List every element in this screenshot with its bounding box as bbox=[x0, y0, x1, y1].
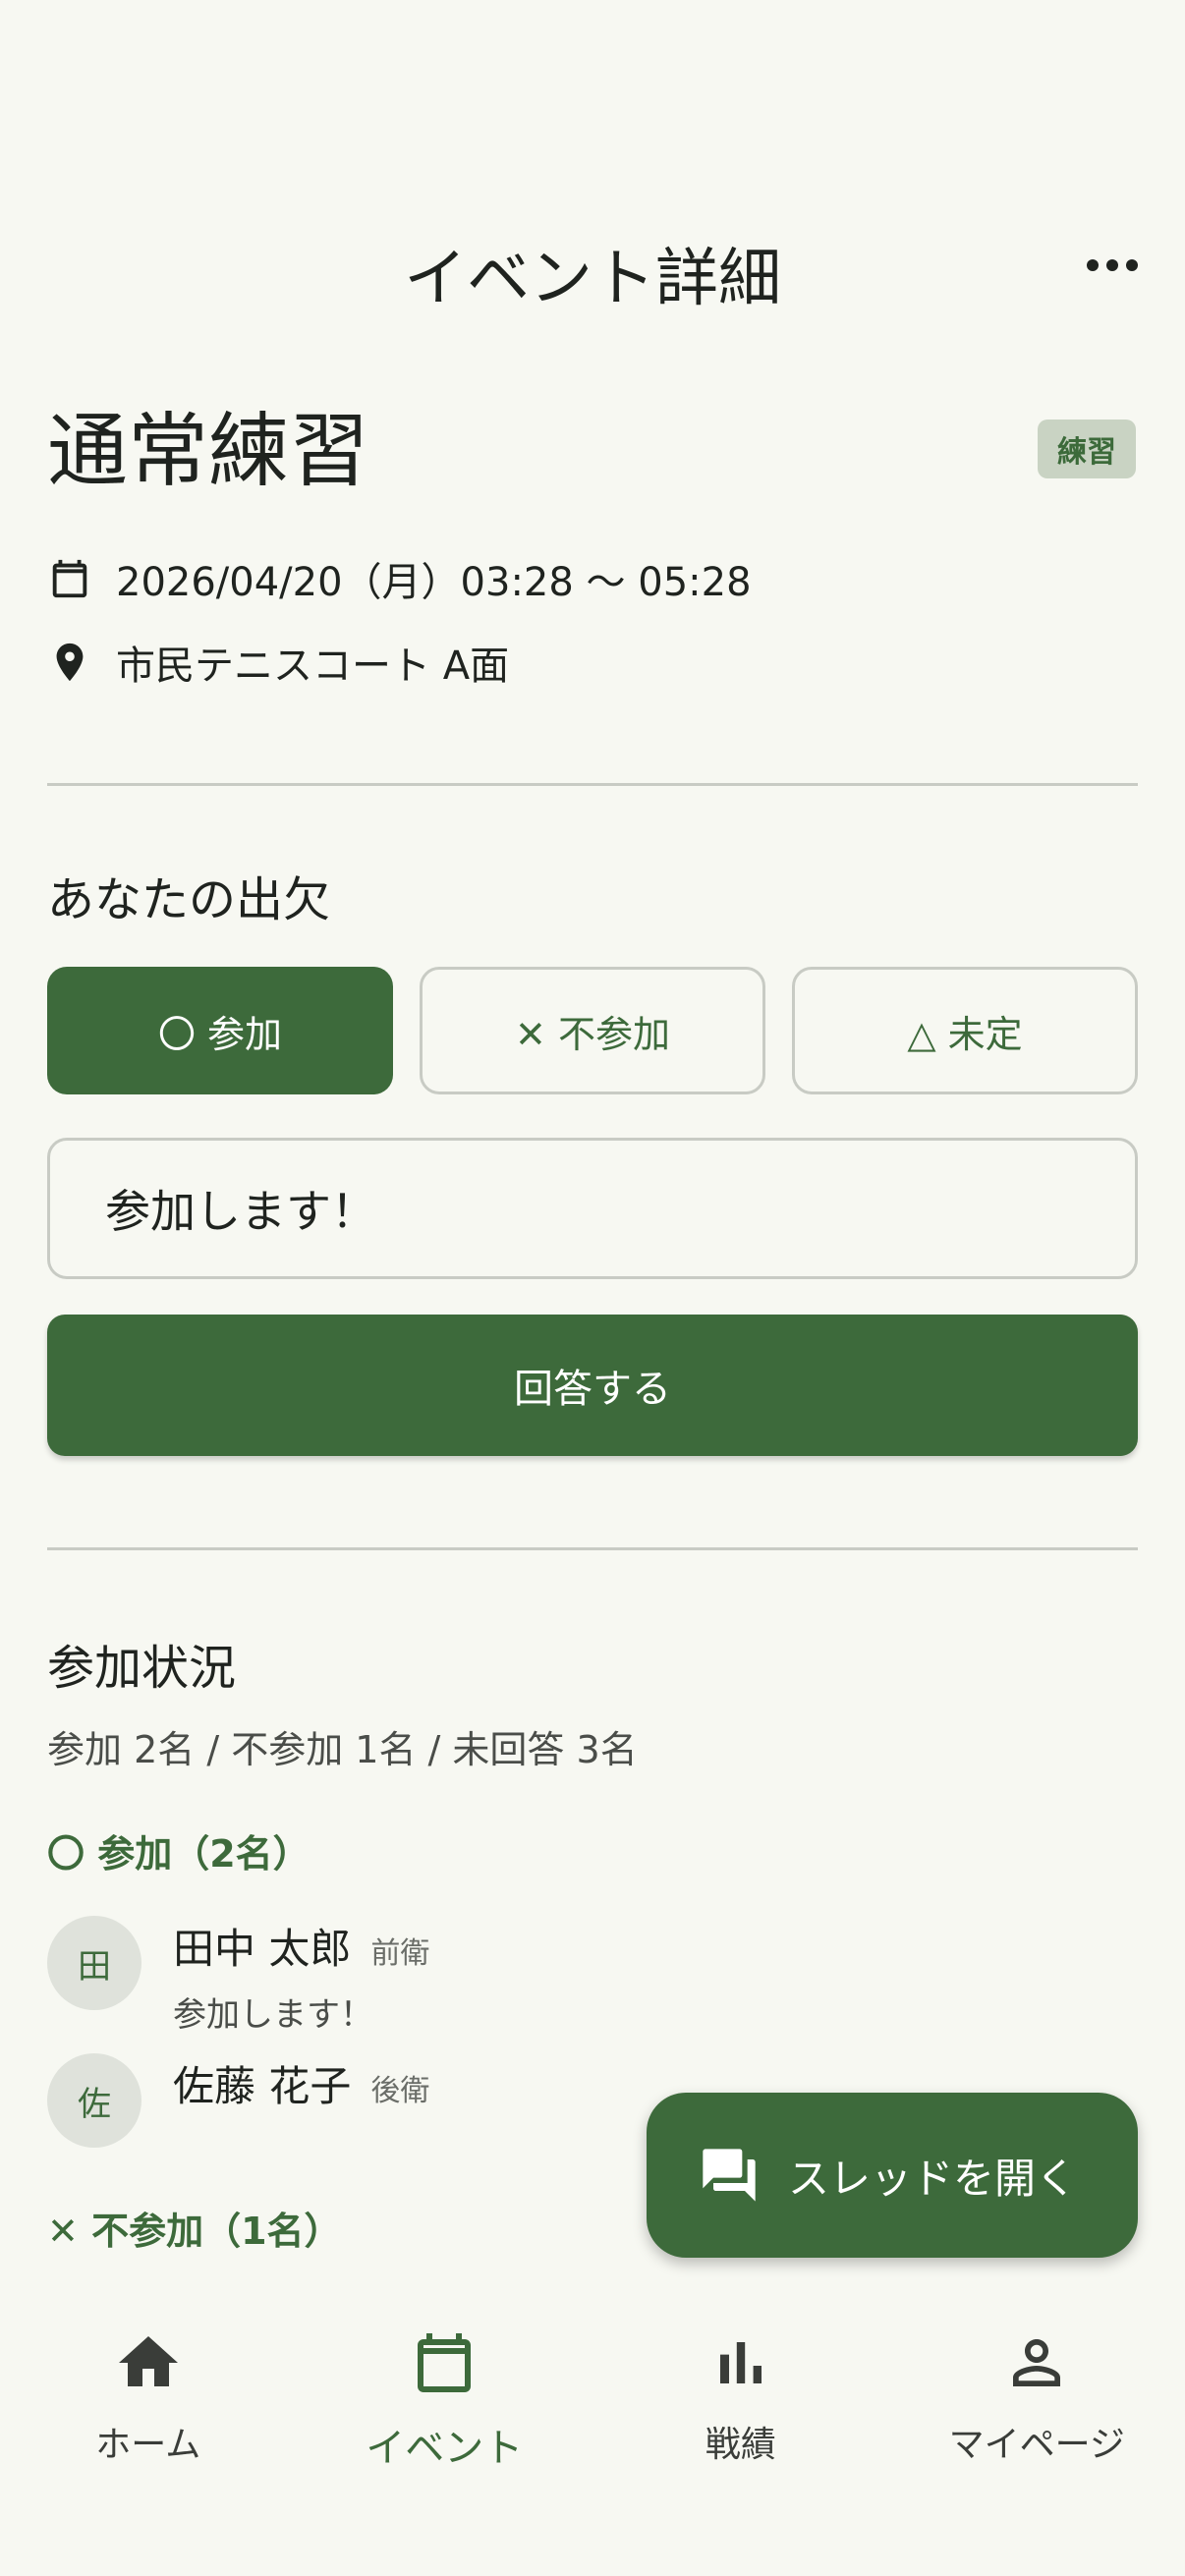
bar-chart-icon bbox=[719, 2342, 762, 2383]
more-dot bbox=[1126, 259, 1138, 271]
event-location-row: 市民テニスコート A面 bbox=[47, 634, 509, 691]
member-comment: 参加します！ bbox=[173, 1995, 373, 2035]
divider bbox=[47, 783, 1138, 786]
member-position: 後衛 bbox=[370, 2074, 430, 2108]
submit-answer-button[interactable]: 回答する bbox=[47, 1315, 1138, 1456]
nav-item-home[interactable]: ホーム bbox=[0, 2304, 297, 2576]
member-position: 前衛 bbox=[370, 1936, 430, 1971]
nav-item-mypage[interactable]: マイページ bbox=[889, 2304, 1185, 2576]
more-dot bbox=[1106, 259, 1118, 271]
submit-answer-label: 回答する bbox=[514, 1367, 671, 1412]
event-date-row: 2026/04/20（月）03:28 〜 05:28 bbox=[47, 550, 752, 607]
more-dot bbox=[1087, 259, 1099, 271]
declined-group-title: ✕ 不参加（1名） bbox=[47, 2210, 342, 2253]
home-icon bbox=[118, 2336, 178, 2386]
nav-label: イベント bbox=[366, 2426, 524, 2471]
more-options-button[interactable] bbox=[1083, 246, 1142, 285]
undecided-button[interactable]: △ 未定 bbox=[792, 967, 1138, 1094]
location-pin-icon bbox=[56, 643, 84, 682]
bottom-navigation: ホーム イベント 戦績 マイページ bbox=[0, 2304, 1185, 2576]
attendance-section-title: あなたの出欠 bbox=[47, 872, 331, 927]
nav-item-results[interactable]: 戦績 bbox=[592, 2304, 889, 2576]
member-name: 田中 太郎 bbox=[173, 1925, 352, 1973]
nav-label: 戦績 bbox=[705, 2425, 776, 2465]
avatar: 佐 bbox=[47, 2053, 141, 2148]
person-icon bbox=[1013, 2339, 1061, 2386]
calendar-icon bbox=[52, 559, 87, 598]
member-row[interactable]: 佐 佐藤 花子 後衛 bbox=[47, 2053, 429, 2148]
member-row[interactable]: 田 田中 太郎 前衛 参加します！ bbox=[47, 1916, 429, 2036]
app-header: イベント詳細 bbox=[0, 216, 1185, 324]
attendance-comment-input[interactable] bbox=[47, 1138, 1138, 1279]
nav-label: ホーム bbox=[95, 2425, 201, 2465]
nav-label: マイページ bbox=[948, 2425, 1125, 2465]
undecided-button-label: △ 未定 bbox=[907, 1012, 1023, 1056]
member-info: 田中 太郎 前衛 参加します！ bbox=[173, 1916, 429, 2036]
divider bbox=[47, 1547, 1138, 1550]
participation-summary: 参加 2名 / 不参加 1名 / 未回答 3名 bbox=[47, 1728, 638, 1771]
member-info: 佐藤 花子 後衛 bbox=[173, 2053, 429, 2148]
nav-item-events[interactable]: イベント bbox=[297, 2304, 593, 2576]
page-title: イベント詳細 bbox=[404, 243, 781, 315]
participation-section-title: 参加状況 bbox=[47, 1641, 237, 1696]
forum-icon bbox=[703, 2149, 756, 2202]
open-thread-label: スレッドを開く bbox=[788, 2154, 1078, 2203]
attending-group-title: 〇 参加（2名） bbox=[47, 1832, 310, 1876]
calendar-icon bbox=[418, 2333, 472, 2392]
decline-button[interactable]: ✕ 不参加 bbox=[420, 967, 765, 1094]
avatar: 田 bbox=[47, 1916, 141, 2010]
event-datetime: 2026/04/20（月）03:28 〜 05:28 bbox=[116, 560, 752, 605]
event-location: 市民テニスコート A面 bbox=[116, 644, 510, 689]
decline-button-label: ✕ 不参加 bbox=[515, 1012, 670, 1056]
event-title: 通常練習 bbox=[47, 405, 370, 498]
event-type-badge: 練習 bbox=[1038, 420, 1136, 478]
member-name: 佐藤 花子 bbox=[173, 2062, 352, 2110]
attend-button[interactable]: 〇 参加 bbox=[47, 967, 393, 1094]
open-thread-button[interactable]: スレッドを開く bbox=[647, 2093, 1138, 2258]
attend-button-label: 〇 参加 bbox=[157, 1012, 283, 1056]
